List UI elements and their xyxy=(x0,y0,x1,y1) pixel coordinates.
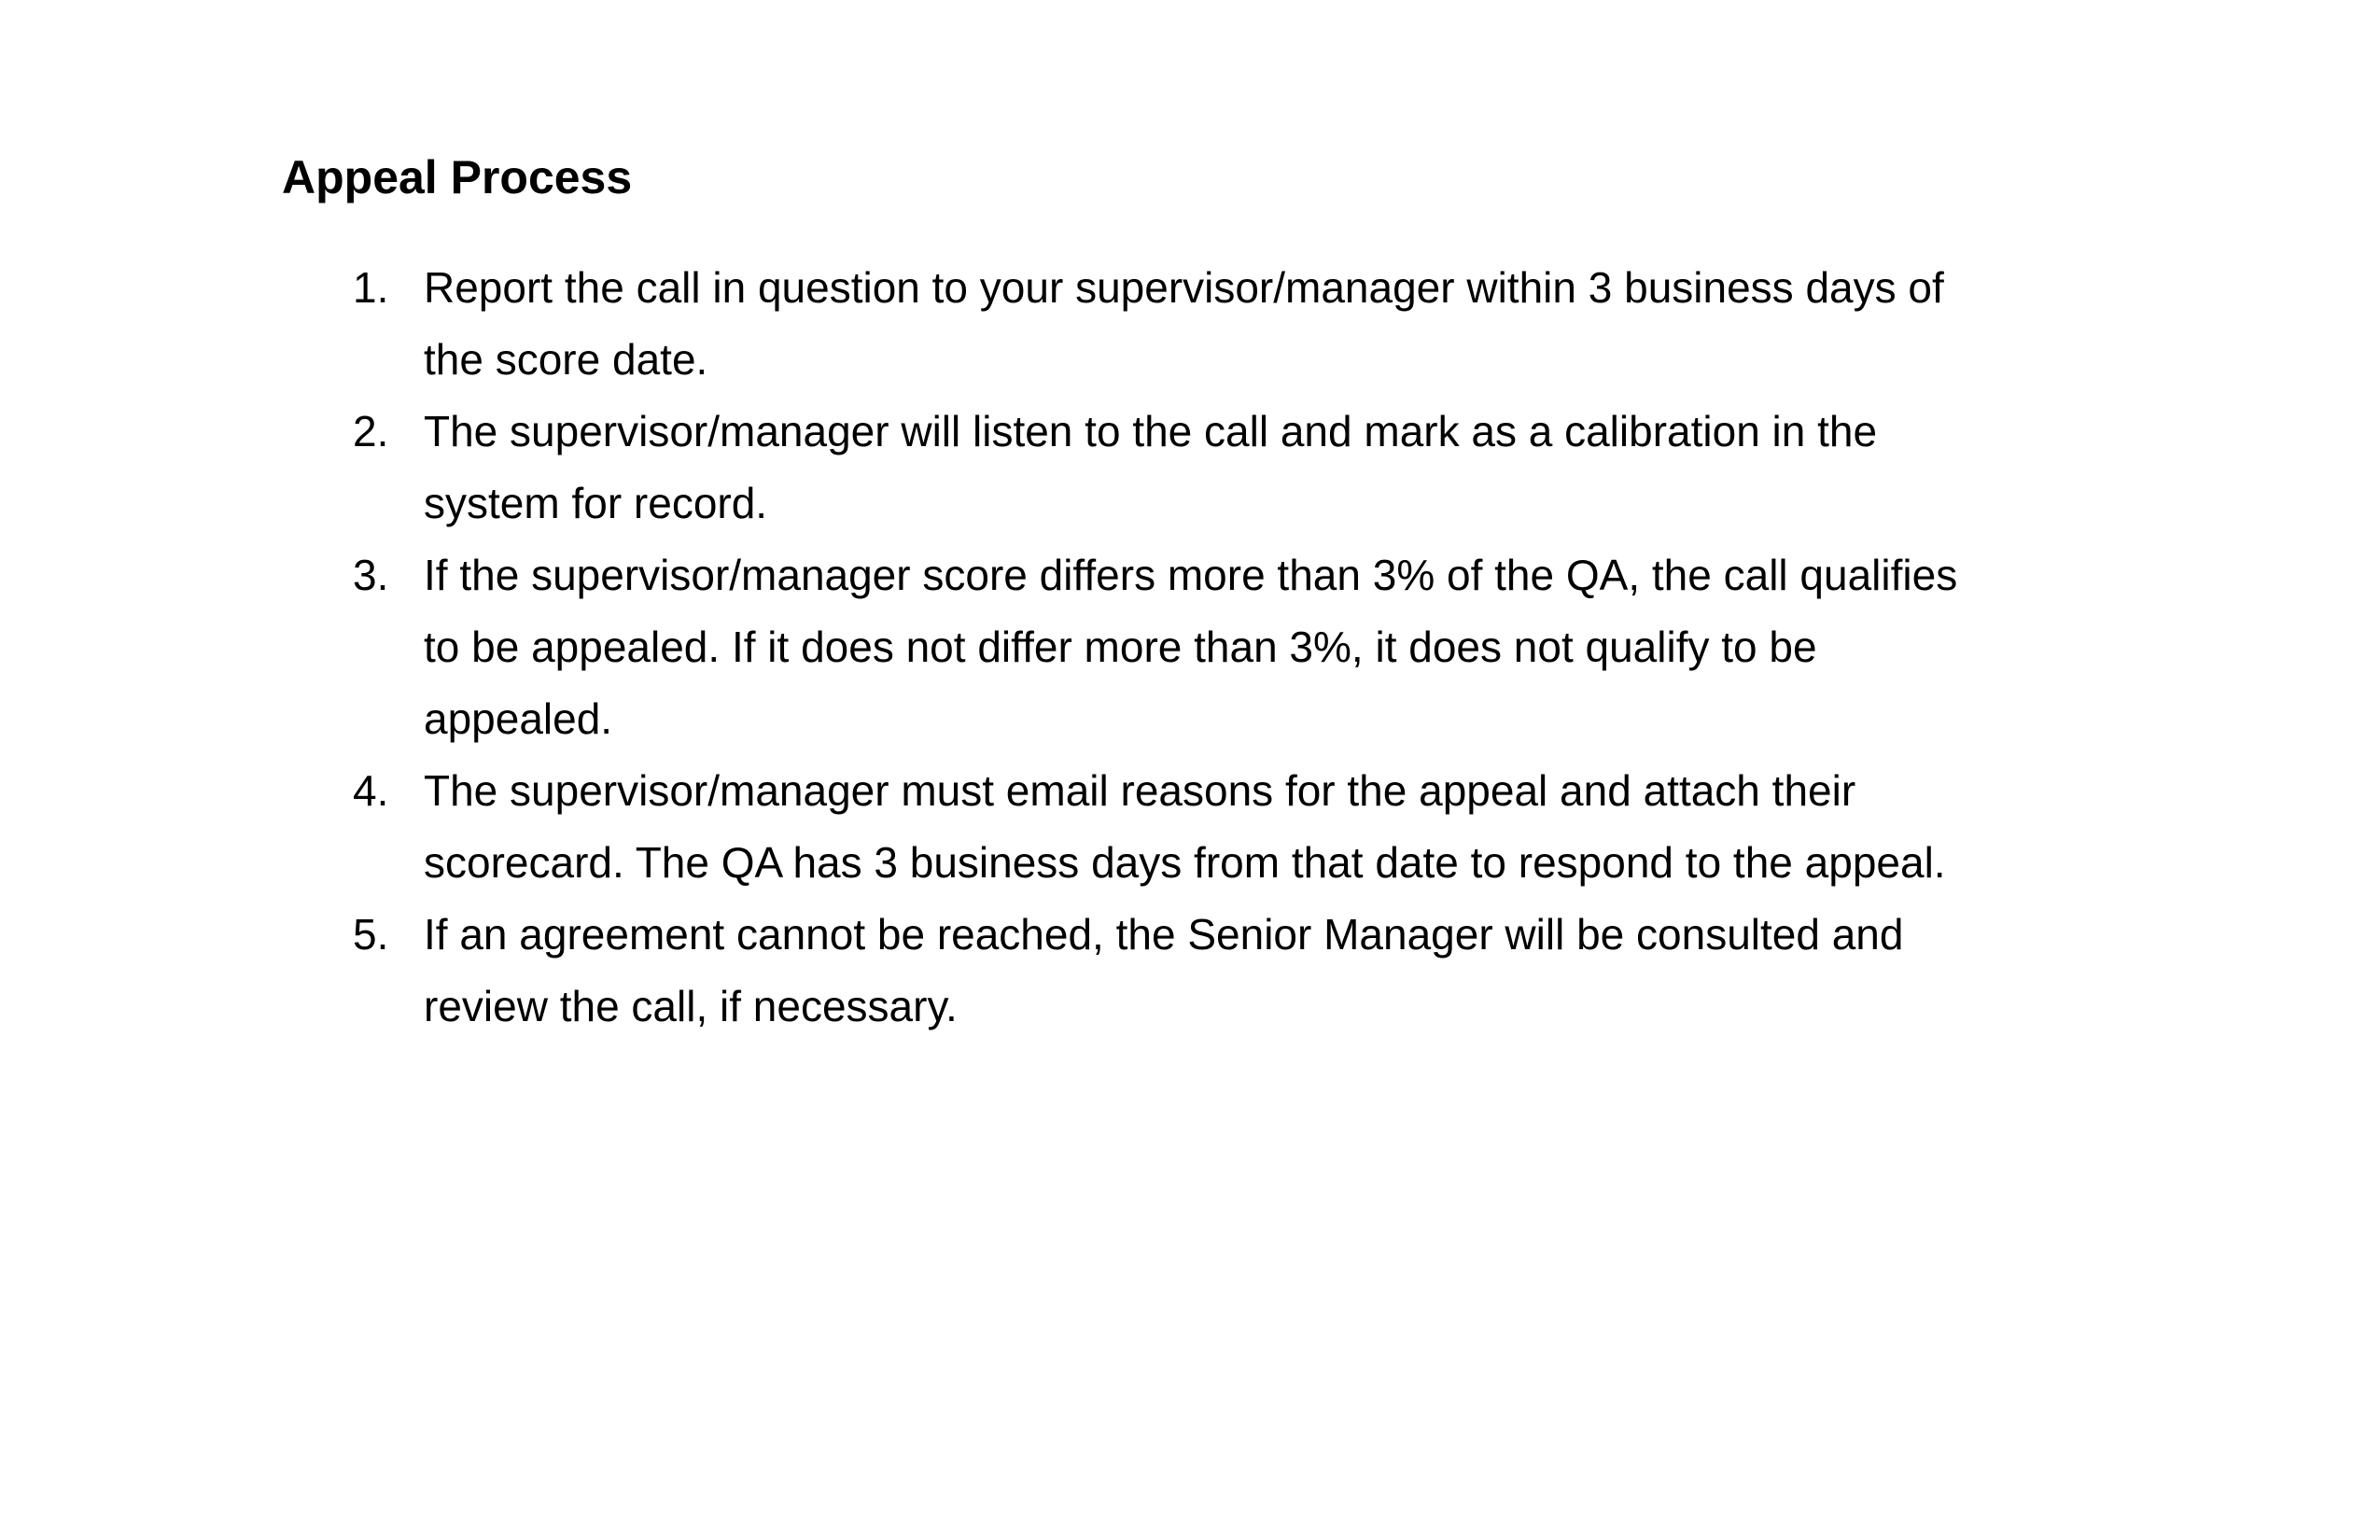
document-page: Appeal Process 1. Report the call in que… xyxy=(0,0,2380,1540)
page-title: Appeal Process xyxy=(282,151,633,203)
appeal-steps-list: 1. Report the call in question to your s… xyxy=(353,252,2126,1043)
list-item-number: 2. xyxy=(353,407,389,455)
list-item: 3. If the supervisor/manager score diffe… xyxy=(353,539,2126,755)
list-item: 5. If an agreement cannot be reached, th… xyxy=(353,899,2126,1043)
list-item-number: 1. xyxy=(353,263,389,312)
list-item: 4. The supervisor/manager must email rea… xyxy=(353,755,2126,899)
list-item-text: The supervisor/manager will listen to th… xyxy=(424,407,1878,455)
list-item-text: The supervisor/manager must email reason… xyxy=(424,766,1856,815)
list-item-text: scorecard. The QA has 3 business days fr… xyxy=(424,838,1946,887)
list-item: 2. The supervisor/manager will listen to… xyxy=(353,396,2126,539)
list-item-number: 5. xyxy=(353,910,389,959)
list-item-text: review the call, if necessary. xyxy=(424,982,958,1030)
list-item-text: If an agreement cannot be reached, the S… xyxy=(424,910,1904,959)
list-item-number: 4. xyxy=(353,766,389,815)
list-item-text: Report the call in question to your supe… xyxy=(424,263,1944,312)
list-item-text: If the supervisor/manager score differs … xyxy=(424,551,1958,599)
list-item: 1. Report the call in question to your s… xyxy=(353,252,2126,396)
list-item-number: 3. xyxy=(353,551,389,599)
list-item-text: the score date. xyxy=(424,335,708,384)
list-item-text: appealed. xyxy=(424,694,613,743)
list-item-text: to be appealed. If it does not differ mo… xyxy=(424,623,1817,671)
list-item-text: system for record. xyxy=(424,479,768,527)
